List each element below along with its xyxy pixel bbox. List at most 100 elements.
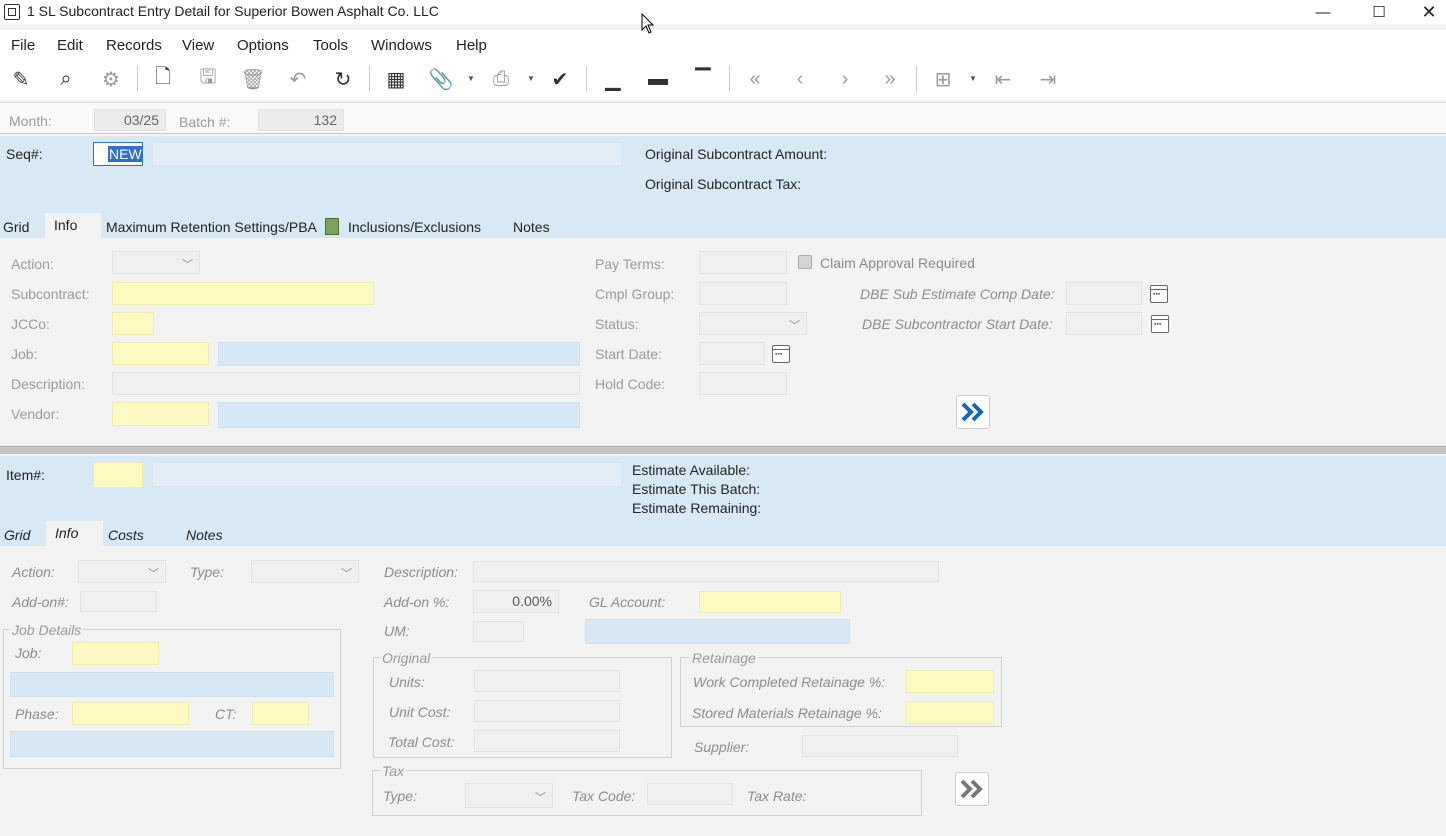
print-dropdown-icon[interactable]: ▼ bbox=[527, 74, 535, 83]
menu-bar: File Edit Records View Options Tools Win… bbox=[0, 30, 1446, 58]
tab-notes[interactable]: Notes bbox=[513, 219, 550, 235]
month-label: Month: bbox=[9, 113, 52, 129]
dbe-comp-date-input[interactable] bbox=[1066, 282, 1142, 305]
tax-code-input[interactable] bbox=[647, 783, 733, 805]
item-forward-button[interactable] bbox=[955, 772, 989, 806]
supplier-input[interactable] bbox=[802, 735, 958, 757]
work-completed-retainage-input[interactable] bbox=[906, 670, 994, 693]
close-button[interactable]: ✕ bbox=[1412, 0, 1446, 24]
menu-options[interactable]: Options bbox=[237, 37, 289, 54]
attachment-dropdown-icon[interactable]: ▼ bbox=[467, 74, 475, 83]
status-select[interactable]: ﹀ bbox=[699, 312, 807, 335]
units-input[interactable] bbox=[474, 670, 620, 692]
item-input[interactable] bbox=[93, 462, 143, 488]
table-settings-dropdown-icon[interactable]: ▼ bbox=[969, 74, 977, 83]
item-job-input[interactable] bbox=[72, 642, 159, 665]
new-document-icon[interactable]: 🗋 bbox=[148, 64, 178, 94]
menu-records[interactable]: Records bbox=[106, 37, 162, 54]
dbe-comp-date-label: DBE Sub Estimate Comp Date: bbox=[860, 286, 1055, 302]
tab-grid[interactable]: Grid bbox=[3, 219, 29, 235]
edit-record-icon[interactable]: ✎ bbox=[6, 64, 36, 94]
ct-label: CT: bbox=[215, 706, 237, 722]
stored-materials-retainage-input[interactable] bbox=[906, 701, 994, 724]
calendar-icon[interactable] bbox=[772, 345, 790, 363]
previous-record-icon[interactable]: ‹ bbox=[785, 64, 815, 94]
cmpl-group-input[interactable] bbox=[699, 282, 787, 305]
menu-file[interactable]: File bbox=[11, 37, 35, 54]
addon-num-input[interactable] bbox=[80, 591, 157, 612]
item-action-select[interactable]: ﹀ bbox=[78, 560, 166, 583]
action-select[interactable]: ﹀ bbox=[112, 251, 200, 274]
last-record-icon[interactable]: » bbox=[875, 64, 905, 94]
menu-edit[interactable]: Edit bbox=[57, 37, 83, 54]
um-label: UM: bbox=[384, 623, 410, 639]
maximize-button[interactable]: ☐ bbox=[1356, 0, 1402, 24]
layout-split-icon[interactable]: ▬ bbox=[643, 64, 673, 94]
seq-input[interactable]: NEW bbox=[93, 142, 143, 166]
attachment-icon[interactable]: 📎 bbox=[426, 64, 456, 94]
grid-calc-icon[interactable]: ▦ bbox=[381, 64, 411, 94]
addon-pct-input[interactable]: 0.00% bbox=[473, 590, 559, 613]
start-date-input[interactable] bbox=[699, 342, 765, 365]
job-description-field bbox=[218, 342, 580, 366]
item-tab-info[interactable]: Info bbox=[46, 521, 103, 546]
minimize-button[interactable]: — bbox=[1300, 0, 1346, 24]
menu-windows[interactable]: Windows bbox=[371, 37, 432, 54]
item-description-field bbox=[152, 462, 622, 487]
save-icon[interactable]: 🖫 bbox=[193, 64, 223, 94]
item-description-input[interactable] bbox=[473, 561, 939, 582]
hold-code-input[interactable] bbox=[699, 372, 787, 395]
undo-icon[interactable]: ↶ bbox=[283, 64, 313, 94]
layout-top-icon[interactable]: ▔ bbox=[688, 64, 718, 94]
table-settings-icon[interactable]: ⊞ bbox=[928, 64, 958, 94]
calendar-icon[interactable] bbox=[1150, 285, 1168, 303]
item-tab-costs[interactable]: Costs bbox=[108, 527, 144, 543]
um-input[interactable] bbox=[473, 621, 524, 642]
refresh-icon[interactable]: ↻ bbox=[328, 64, 358, 94]
forward-button[interactable] bbox=[956, 395, 990, 429]
tax-type-select[interactable]: ﹀ bbox=[465, 783, 553, 808]
pay-terms-input[interactable] bbox=[699, 251, 787, 274]
spellcheck-icon[interactable]: ✔ bbox=[545, 64, 575, 94]
phase-input[interactable] bbox=[72, 702, 189, 725]
title-bar: 1 SL Subcontract Entry Detail for Superi… bbox=[0, 0, 1446, 24]
calendar-icon[interactable] bbox=[1151, 315, 1169, 333]
claim-approval-checkbox[interactable] bbox=[798, 255, 812, 269]
binoculars-icon[interactable]: ⌕ bbox=[51, 64, 81, 94]
vendor-name-field bbox=[218, 402, 580, 428]
gear-icon[interactable]: ⚙ bbox=[96, 64, 126, 94]
menu-tools[interactable]: Tools bbox=[313, 37, 348, 54]
action-label: Action: bbox=[11, 256, 54, 272]
phase-label: Phase: bbox=[15, 706, 59, 722]
panel-splitter[interactable] bbox=[0, 446, 1446, 454]
jcco-input[interactable] bbox=[112, 312, 154, 335]
subcontract-input[interactable] bbox=[112, 282, 374, 305]
ct-input[interactable] bbox=[252, 702, 309, 725]
delete-icon[interactable]: 🗑 bbox=[238, 64, 268, 94]
item-type-select[interactable]: ﹀ bbox=[251, 560, 359, 583]
print-icon[interactable]: ⎙ bbox=[486, 64, 516, 94]
job-input[interactable] bbox=[112, 342, 209, 365]
description-input[interactable] bbox=[112, 372, 580, 395]
menu-view[interactable]: View bbox=[182, 37, 214, 54]
first-item-icon[interactable]: ⇤ bbox=[988, 64, 1018, 94]
next-record-icon[interactable]: › bbox=[830, 64, 860, 94]
menu-help[interactable]: Help bbox=[456, 37, 487, 54]
job-details-title: Job Details bbox=[10, 622, 84, 638]
tab-info[interactable]: Info bbox=[45, 213, 101, 238]
hold-code-label: Hold Code: bbox=[595, 376, 666, 392]
last-item-icon[interactable]: ⇥ bbox=[1033, 64, 1063, 94]
tab-inclusions-exclusions[interactable]: Inclusions/Exclusions bbox=[348, 219, 481, 235]
month-field: 03/25 bbox=[94, 109, 166, 131]
item-tab-grid[interactable]: Grid bbox=[4, 527, 30, 543]
item-tab-notes[interactable]: Notes bbox=[186, 527, 223, 543]
first-record-icon[interactable]: « bbox=[740, 64, 770, 94]
total-cost-input[interactable] bbox=[474, 730, 620, 752]
gl-account-input[interactable] bbox=[699, 591, 841, 613]
layout-bottom-icon[interactable]: ▁ bbox=[598, 64, 628, 94]
vendor-input[interactable] bbox=[112, 402, 209, 426]
dbe-start-date-input[interactable] bbox=[1066, 312, 1142, 335]
tab-max-retention[interactable]: Maximum Retention Settings/PBA bbox=[106, 219, 317, 235]
unit-cost-input[interactable] bbox=[474, 700, 620, 722]
tax-code-label: Tax Code: bbox=[572, 788, 636, 804]
